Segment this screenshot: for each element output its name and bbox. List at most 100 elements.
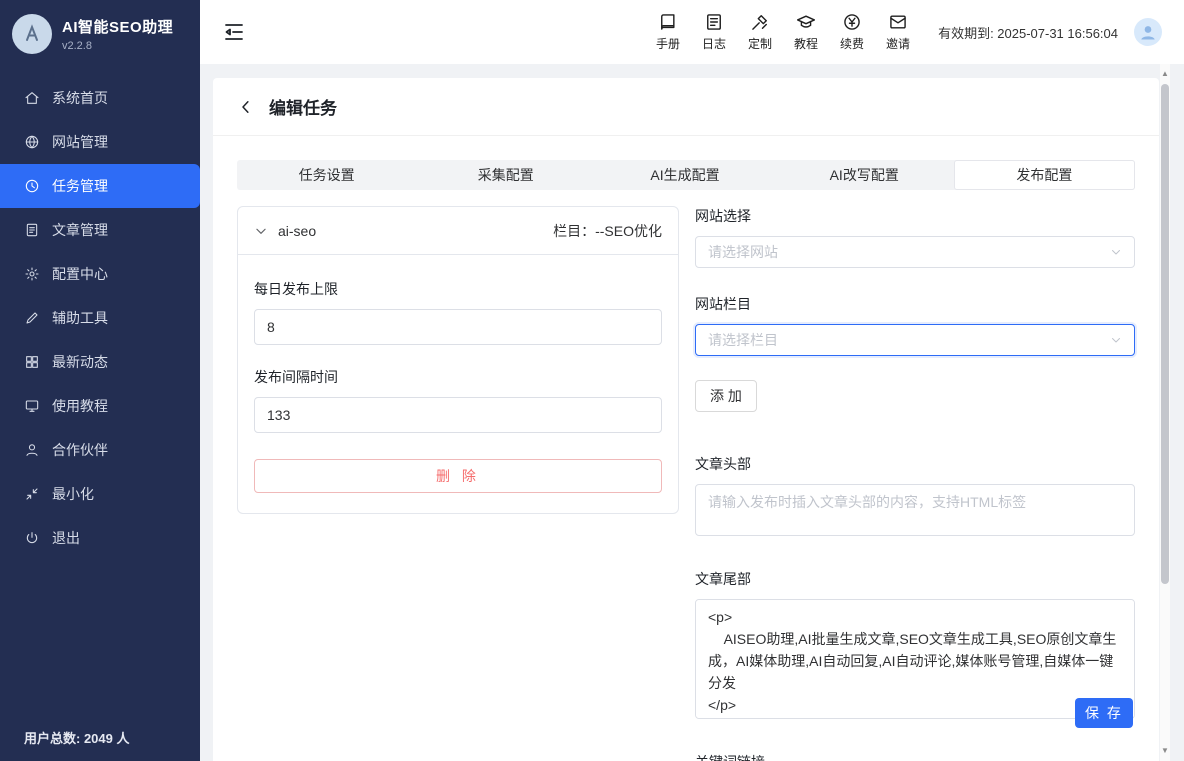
spacer [695,412,1135,454]
action-label: 定制 [748,35,772,52]
action-invite[interactable]: 邀请 [878,12,918,52]
add-button[interactable]: 添 加 [695,380,757,412]
sidebar: AI智能SEO助理 v2.2.8 系统首页 网站管理 任务管理 文章管理 [0,0,200,761]
topbar: 手册 日志 定制 教程 续费 [200,0,1184,64]
action-label: 日志 [702,35,726,52]
action-label: 续费 [840,35,864,52]
publish-form: 网站选择 请选择网站 网站栏目 请选择栏目 添 加 [695,206,1135,761]
spacer [695,268,1135,294]
column-select-placeholder: 请选择栏目 [708,330,1110,350]
chevron-down-icon [1110,334,1122,346]
clock-icon [24,178,40,194]
tab-ai-rewrite-config[interactable]: AI改写配置 [775,160,954,190]
globe-icon [24,134,40,150]
interval-input[interactable] [254,397,662,433]
chevron-down-icon [1110,246,1122,258]
user-icon [24,442,40,458]
app-logo-block: AI智能SEO助理 v2.2.8 [0,0,200,70]
action-manual[interactable]: 手册 [648,12,688,52]
sidebar-item-config[interactable]: 配置中心 [0,252,200,296]
sidebar-item-label: 合作伙伴 [52,440,108,460]
page-title: 编辑任务 [269,94,337,119]
grid-icon [24,354,40,370]
gear-icon [24,266,40,282]
delete-button[interactable]: 删 除 [254,459,662,493]
sidebar-item-label: 配置中心 [52,264,108,284]
scrollbar-up-arrow[interactable]: ▲ [1160,68,1170,80]
tab-collect-config[interactable]: 采集配置 [416,160,595,190]
monitor-icon [24,398,40,414]
article-footer-label: 文章尾部 [695,569,1135,589]
interval-label: 发布间隔时间 [254,367,662,387]
app-root: AI智能SEO助理 v2.2.8 系统首页 网站管理 任务管理 文章管理 [0,0,1184,761]
sidebar-item-minimize[interactable]: 最小化 [0,472,200,516]
user-avatar[interactable] [1134,18,1162,46]
sidebar-item-tasks[interactable]: 任务管理 [0,164,200,208]
keyword-link-label: 关键词链接 [695,752,1135,761]
sidebar-item-news[interactable]: 最新动态 [0,340,200,384]
site-task-header[interactable]: ai-seo 栏目：--SEO优化 [238,207,678,255]
expiry-text: 有效期到: 2025-07-31 16:56:04 [938,23,1118,42]
scrollbar: ▲ ▼ [1160,64,1170,761]
sidebar-item-sites[interactable]: 网站管理 [0,120,200,164]
envelope-icon [888,12,908,32]
sidebar-item-label: 最新动态 [52,352,108,372]
tab-bar: 任务设置 采集配置 AI生成配置 AI改写配置 发布配置 [237,160,1135,190]
spacer [695,724,1135,752]
action-tutorial[interactable]: 教程 [786,12,826,52]
pen-icon [24,310,40,326]
user-total: 用户总数: 2049 人 [24,728,129,747]
action-custom[interactable]: 定制 [740,12,780,52]
tab-ai-generate-config[interactable]: AI生成配置 [595,160,774,190]
column-info: 栏目：--SEO优化 [553,221,662,241]
action-renew[interactable]: 续费 [832,12,872,52]
sidebar-item-label: 辅助工具 [52,308,108,328]
scrollbar-down-arrow[interactable]: ▼ [1160,745,1170,757]
page-head: 编辑任务 [213,78,1159,136]
action-logs[interactable]: 日志 [694,12,734,52]
sidebar-item-label: 退出 [52,528,80,548]
site-select-label: 网站选择 [695,206,1135,226]
tab-task-settings[interactable]: 任务设置 [237,160,416,190]
book-icon [658,12,678,32]
action-label: 手册 [656,35,680,52]
article-header-label: 文章头部 [695,454,1135,474]
panel-grid: ai-seo 栏目：--SEO优化 每日发布上限 发布间隔时间 删 除 [213,190,1159,761]
tools-icon [750,12,770,32]
arrows-in-icon [24,486,40,502]
app-version: v2.2.8 [62,40,173,52]
scrollbar-thumb[interactable] [1161,84,1169,584]
coin-icon [842,12,862,32]
daily-limit-input[interactable] [254,309,662,345]
document-icon [24,222,40,238]
site-select[interactable]: 请选择网站 [695,236,1135,268]
graduation-cap-icon [796,12,816,32]
app-title: AI智能SEO助理 [62,16,173,37]
daily-limit-label: 每日发布上限 [254,279,662,299]
action-label: 教程 [794,35,818,52]
article-header-textarea[interactable] [695,484,1135,536]
sidebar-item-logout[interactable]: 退出 [0,516,200,560]
sidebar-item-home[interactable]: 系统首页 [0,76,200,120]
action-label: 邀请 [886,35,910,52]
edit-task-card: 编辑任务 任务设置 采集配置 AI生成配置 AI改写配置 发布配置 ai-seo [213,78,1159,761]
journal-icon [704,12,724,32]
column-select-label: 网站栏目 [695,294,1135,314]
save-button[interactable]: 保 存 [1075,698,1133,728]
sidebar-item-label: 网站管理 [52,132,108,152]
article-footer-textarea[interactable]: <p> AISEO助理,AI批量生成文章,SEO文章生成工具,SEO原创文章生成… [695,599,1135,719]
sidebar-item-articles[interactable]: 文章管理 [0,208,200,252]
sidebar-item-label: 最小化 [52,484,94,504]
sidebar-collapse-icon[interactable] [222,20,246,44]
sidebar-item-tutorial[interactable]: 使用教程 [0,384,200,428]
sidebar-item-partners[interactable]: 合作伙伴 [0,428,200,472]
back-chevron-icon[interactable] [237,98,255,116]
sidebar-item-tools[interactable]: 辅助工具 [0,296,200,340]
site-select-placeholder: 请选择网站 [708,242,1110,262]
sidebar-menu: 系统首页 网站管理 任务管理 文章管理 配置中心 辅助工具 [0,76,200,560]
column-select[interactable]: 请选择栏目 [695,324,1135,356]
site-name: ai-seo [278,223,316,239]
home-icon [24,90,40,106]
topbar-actions: 手册 日志 定制 教程 续费 [648,12,918,52]
tab-publish-config[interactable]: 发布配置 [954,160,1135,190]
